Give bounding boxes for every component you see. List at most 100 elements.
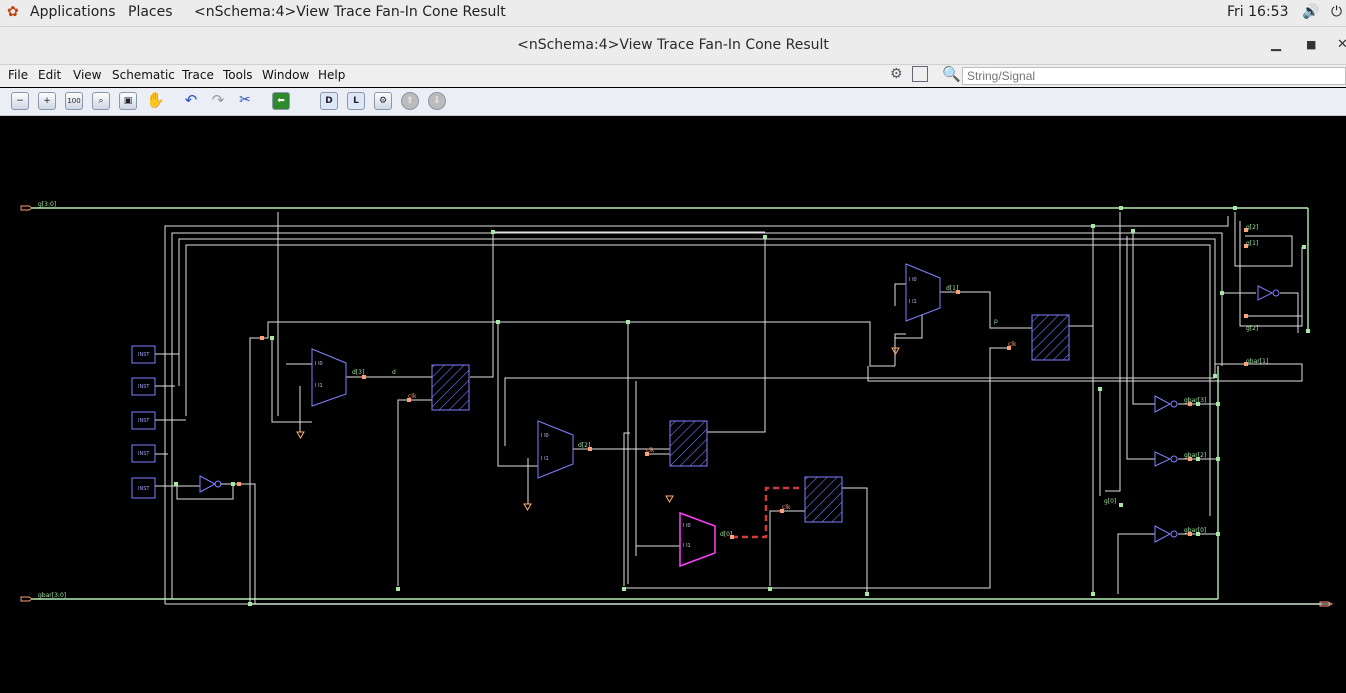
net-wires bbox=[155, 212, 1330, 605]
inverters bbox=[199, 285, 1280, 543]
port-gbar-input[interactable] bbox=[20, 596, 33, 602]
mux-pin-label: I I1 bbox=[315, 383, 323, 389]
net-label-d1: d[1] bbox=[946, 285, 958, 292]
net-label-gbar0: gbar[0] bbox=[1184, 527, 1206, 534]
menu-edit[interactable]: Edit bbox=[38, 68, 61, 82]
applications-menu[interactable]: Applications bbox=[30, 4, 116, 20]
inverter[interactable] bbox=[199, 475, 217, 493]
pan-hand-icon[interactable]: ✋ bbox=[146, 92, 165, 110]
net-label-clk: clk bbox=[408, 393, 417, 400]
inverter[interactable] bbox=[1257, 285, 1274, 301]
hierarchy-icon[interactable]: ⚙ bbox=[374, 92, 392, 110]
net-label-gbar1: gbar[1] bbox=[1246, 358, 1268, 365]
flip-flop-d3[interactable] bbox=[431, 364, 470, 411]
menu-view[interactable]: View bbox=[73, 68, 101, 82]
clock[interactable]: Fri 16:53 bbox=[1227, 4, 1288, 20]
traced-path bbox=[732, 486, 802, 539]
cut-icon[interactable]: ✂ bbox=[236, 92, 254, 110]
net-label-g0: g[0] bbox=[1104, 498, 1116, 505]
inst-label: INST bbox=[138, 418, 150, 424]
zoom-fit-icon[interactable]: ⌕ bbox=[92, 92, 110, 110]
mux-d2[interactable] bbox=[537, 420, 574, 479]
g-port-label: g[3:0] bbox=[38, 201, 56, 208]
inverter[interactable] bbox=[1154, 451, 1172, 467]
mux-pin-label: I I1 bbox=[909, 299, 917, 305]
back-trace-icon[interactable]: ⬅ bbox=[272, 92, 290, 110]
menu-file[interactable]: File bbox=[8, 68, 28, 82]
net-label-g1: g[1] bbox=[1246, 240, 1258, 247]
mux-pin-label: I I0 bbox=[315, 361, 323, 367]
l-button[interactable]: L bbox=[347, 92, 365, 110]
system-top-bar: ✿ Applications Places <nSchema:4>View Tr… bbox=[0, 0, 1346, 27]
toolbar: − + 100 ⌕ ▣ ✋ ↶ ↷ ✂ ⬅ D L ⚙ ⇧ ⇩ bbox=[0, 88, 1346, 116]
active-window-title[interactable]: <nSchema:4>View Trace Fan-In Cone Result bbox=[194, 4, 506, 20]
ground-icon bbox=[665, 495, 674, 503]
menu-schematic[interactable]: Schematic bbox=[112, 68, 175, 82]
inverter[interactable] bbox=[1154, 525, 1172, 543]
window-title: <nSchema:4>View Trace Fan-In Cone Result bbox=[517, 37, 829, 53]
signal-search-input[interactable] bbox=[962, 67, 1346, 85]
net-label-g2: g[2] bbox=[1246, 325, 1258, 332]
places-menu[interactable]: Places bbox=[128, 4, 173, 20]
inverter[interactable] bbox=[1154, 395, 1172, 413]
search-icon[interactable]: 🔍 bbox=[942, 65, 961, 83]
clk-labels: clk clk clk clk bbox=[408, 341, 1017, 511]
net-label-d0: d[0] bbox=[720, 531, 732, 538]
net-label-clk: clk bbox=[782, 504, 791, 511]
d-button[interactable]: D bbox=[320, 92, 338, 110]
maximize-icon[interactable]: ■ bbox=[1306, 38, 1316, 51]
settings-gear-icon[interactable]: ⚙ bbox=[890, 66, 903, 82]
net-label-p: p bbox=[994, 318, 998, 325]
inst-label: INST bbox=[138, 451, 150, 457]
junctions bbox=[174, 206, 1310, 606]
mux-d1[interactable] bbox=[905, 263, 941, 322]
flip-flop-d0[interactable] bbox=[804, 476, 843, 523]
menu-tools[interactable]: Tools bbox=[223, 68, 253, 82]
power-icon[interactable]: ⏻ bbox=[1331, 4, 1342, 20]
zoom-in-icon[interactable]: + bbox=[38, 92, 56, 110]
mux-pin-label: I I1 bbox=[683, 543, 691, 549]
down-arrow-icon[interactable]: ⇩ bbox=[428, 92, 446, 110]
net-label-d: d bbox=[392, 369, 396, 376]
net-label-g2-top: g[2] bbox=[1246, 224, 1258, 231]
window-layout-icon[interactable] bbox=[912, 66, 928, 82]
close-icon[interactable]: ✕ bbox=[1337, 37, 1346, 52]
mux-pin-label: I I1 bbox=[541, 456, 549, 462]
net-labels: g[3:0] gbar[3:0] d[3] d d[2] d[1] d[0] p… bbox=[38, 201, 1268, 599]
flip-flop-d2[interactable] bbox=[669, 420, 708, 467]
mux-pin-label: I I0 bbox=[909, 277, 917, 283]
zoom-100-button[interactable]: 100 bbox=[65, 92, 83, 110]
clk-pins bbox=[237, 228, 1248, 539]
applications-menu-icon[interactable]: ✿ bbox=[7, 4, 19, 20]
flip-flop-d1[interactable] bbox=[1031, 314, 1070, 361]
mux-d0-highlighted[interactable] bbox=[679, 511, 716, 568]
undo-icon[interactable]: ↶ bbox=[182, 92, 200, 110]
bus-wires bbox=[32, 207, 1322, 605]
volume-icon[interactable]: 🔊 bbox=[1302, 4, 1319, 20]
mux-pin-label: I I0 bbox=[541, 433, 549, 439]
redo-icon[interactable]: ↷ bbox=[209, 92, 227, 110]
inst-labels: INST INST INST INST INST bbox=[138, 352, 150, 492]
net-label-clk: clk bbox=[1008, 341, 1017, 348]
ground-icon bbox=[296, 431, 305, 439]
zoom-out-icon[interactable]: − bbox=[11, 92, 29, 110]
net-label-d2: d[2] bbox=[578, 442, 590, 449]
menu-window[interactable]: Window bbox=[262, 68, 309, 82]
gbar-port-label: gbar[3:0] bbox=[38, 592, 66, 599]
inst-label: INST bbox=[138, 352, 150, 358]
schematic-svg: INST INST INST INST INST I I0 I I1 I I0 I … bbox=[20, 201, 1334, 607]
net-label-clk: clk bbox=[646, 447, 655, 454]
mux-d3[interactable] bbox=[311, 348, 347, 407]
port-g-input[interactable] bbox=[20, 205, 33, 211]
schematic-canvas[interactable]: INST INST INST INST INST I I0 I I1 I I0 I … bbox=[0, 116, 1346, 693]
menu-help[interactable]: Help bbox=[318, 68, 345, 82]
inst-label: INST bbox=[138, 384, 150, 390]
window-titlebar: <nSchema:4>View Trace Fan-In Cone Result… bbox=[0, 27, 1346, 65]
zoom-area-icon[interactable]: ▣ bbox=[119, 92, 137, 110]
net-label-d3: d[3] bbox=[352, 369, 364, 376]
minimize-icon[interactable]: ▁ bbox=[1271, 37, 1281, 52]
up-arrow-icon[interactable]: ⇧ bbox=[401, 92, 419, 110]
net-label-gbar2: gbar[2] bbox=[1184, 452, 1206, 459]
net-label-gbar3: gbar[3] bbox=[1184, 397, 1206, 404]
menu-trace[interactable]: Trace bbox=[182, 68, 214, 82]
